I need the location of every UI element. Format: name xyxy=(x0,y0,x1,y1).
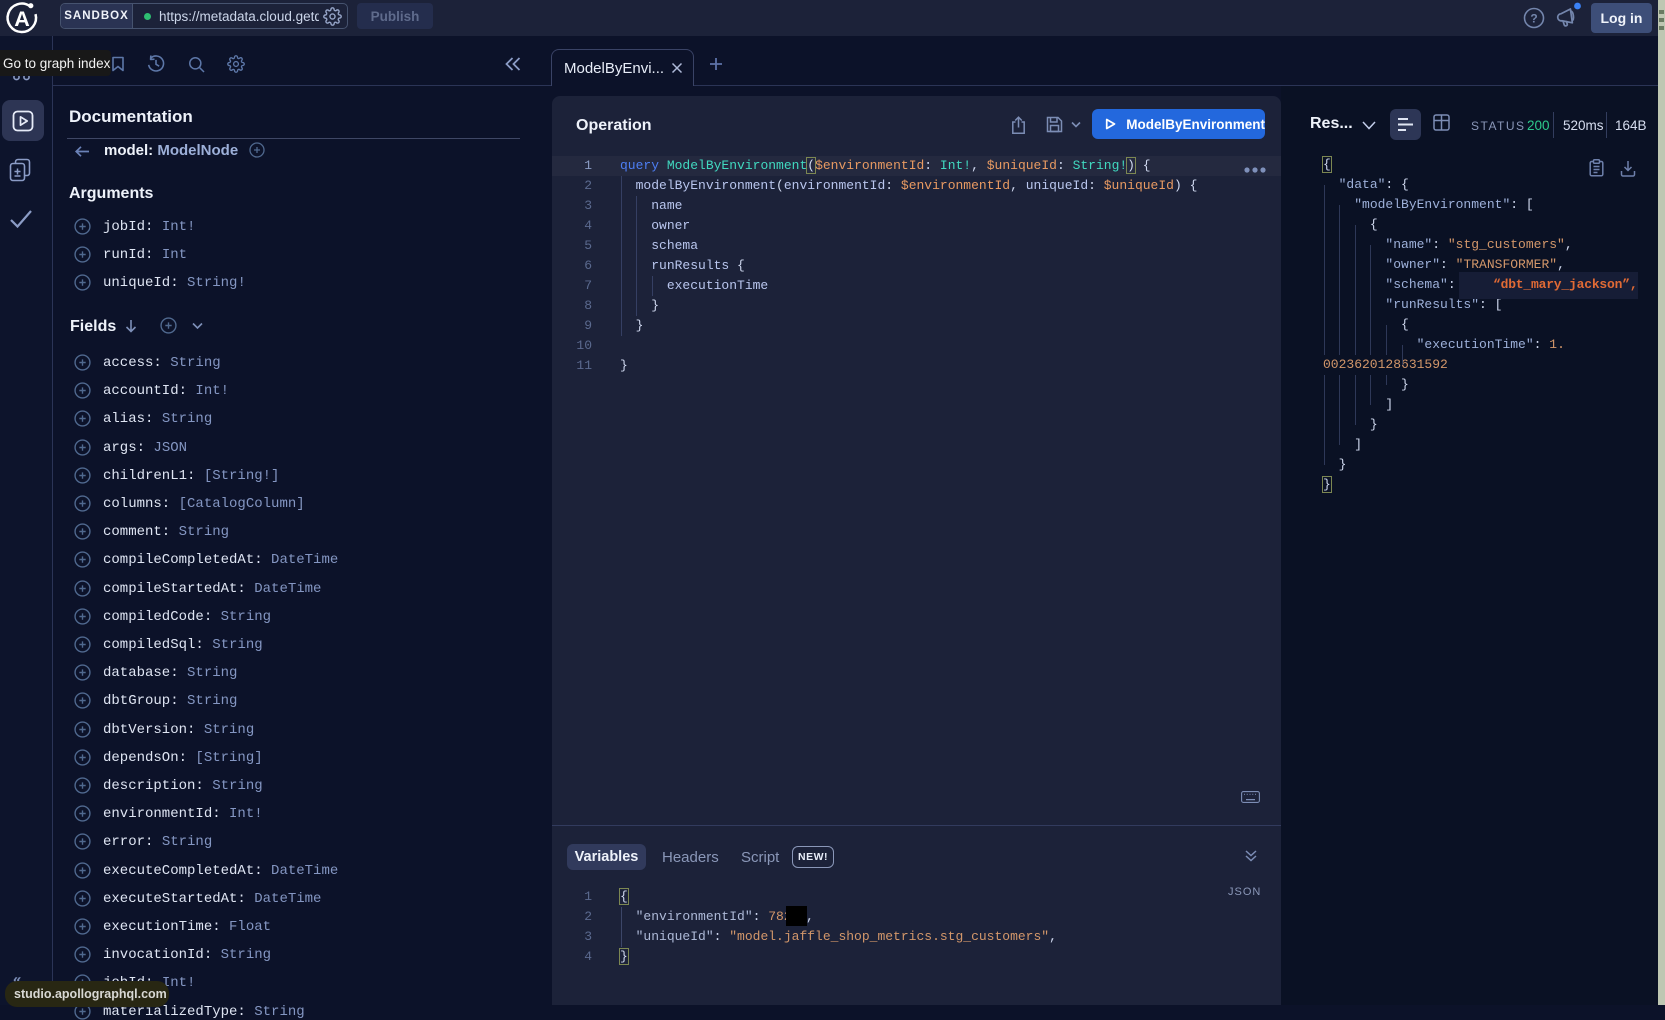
svg-text:?: ? xyxy=(1530,12,1537,26)
svg-text:A: A xyxy=(14,7,30,31)
